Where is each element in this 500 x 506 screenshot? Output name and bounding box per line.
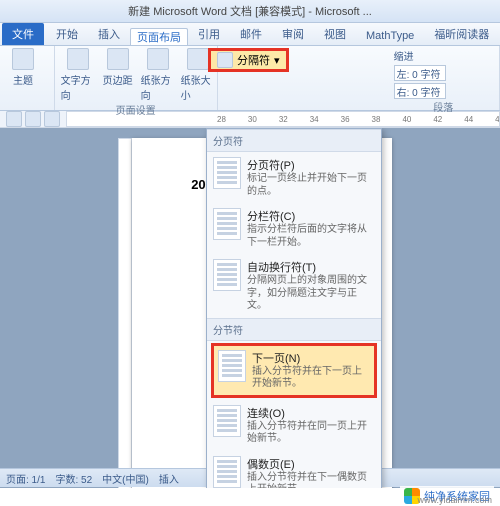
indent-label: 缩进 (394, 48, 493, 63)
size-icon (187, 48, 209, 70)
group-page-setup-label: 页面设置 (61, 102, 211, 117)
tab-page-layout[interactable]: 页面布局 (130, 28, 188, 45)
document-area[interactable]: 20 项目 *** 大学研究生院制 分页符 分页符(P)标记一页终止并开始下一页… (0, 128, 500, 488)
tab-mathtype[interactable]: MathType (356, 27, 424, 45)
even-page-icon (213, 456, 241, 488)
wrap-break-icon (213, 259, 241, 291)
menu-page-break[interactable]: 分页符(P)标记一页终止并开始下一页的点。 (207, 152, 381, 203)
menu-continuous-section-break[interactable]: 连续(O)插入分节符并在同一页上开始新节。 (207, 400, 381, 451)
menu-even-page-section-break[interactable]: 偶数页(E)插入分节符并在下一偶数页上开始新节。 (207, 451, 381, 489)
page-break-icon (213, 157, 241, 189)
breaks-icon (217, 52, 233, 68)
margins-icon (107, 48, 129, 70)
column-break-icon (213, 208, 241, 240)
ribbon-tabs: 文件 开始 插入 页面布局 引用 邮件 审阅 视图 MathType 福昕阅读器 (0, 23, 500, 46)
tab-references[interactable]: 引用 (188, 23, 230, 45)
status-language[interactable]: 中文(中国) (102, 471, 149, 486)
text-direction-button[interactable]: 文字方向 (61, 48, 95, 102)
margins-button[interactable]: 页边距 (101, 48, 135, 87)
indent-left-input[interactable]: 左: 0 字符 (394, 65, 446, 81)
vertical-ruler[interactable] (118, 138, 132, 488)
qat-save-button[interactable] (6, 111, 22, 127)
tab-foxit[interactable]: 福昕阅读器 (424, 23, 499, 45)
dropdown-section-section-breaks: 分节符 (207, 318, 381, 341)
tab-home[interactable]: 开始 (46, 23, 88, 45)
tab-file[interactable]: 文件 (2, 23, 44, 45)
tab-mailings[interactable]: 邮件 (230, 23, 272, 45)
qat-redo-button[interactable] (44, 111, 60, 127)
menu-next-page-section-break[interactable]: 下一页(N)插入分节符并在下一页上开始新节。 (211, 343, 377, 398)
tab-view[interactable]: 视图 (314, 23, 356, 45)
indent-right-input[interactable]: 右: 0 字符 (394, 83, 446, 99)
orientation-button[interactable]: 纸张方向 (141, 48, 175, 102)
group-paragraph-label: 段落 (394, 99, 493, 114)
ribbon: 主题 文字方向 页边距 纸张方向 纸张大小 页面设置 分隔符▾ 缩进 左: 0 … (0, 46, 500, 111)
dropdown-section-page-breaks: 分页符 (207, 129, 381, 152)
status-page[interactable]: 页面: 1/1 (6, 471, 45, 486)
menu-text-wrapping-break[interactable]: 自动换行符(T)分隔网页上的对象周围的文字，如分隔题注文字与正文。 (207, 254, 381, 318)
tab-insert[interactable]: 插入 (88, 23, 130, 45)
status-words[interactable]: 字数: 52 (55, 471, 92, 486)
chevron-down-icon: ▾ (274, 54, 280, 67)
themes-button[interactable]: 主题 (6, 48, 40, 87)
tab-review[interactable]: 审阅 (272, 23, 314, 45)
title-bar: 新建 Microsoft Word 文档 [兼容模式] - Microsoft … (0, 0, 500, 23)
watermark-url: www.yidaimm.com (417, 495, 492, 505)
continuous-icon (213, 405, 241, 437)
themes-icon (12, 48, 34, 70)
text-direction-icon (67, 48, 89, 70)
breaks-dropdown-menu: 分页符 分页符(P)标记一页终止并开始下一页的点。 分栏符(C)指示分栏符后面的… (206, 128, 382, 488)
orientation-icon (147, 48, 169, 70)
breaks-dropdown-button[interactable]: 分隔符▾ (208, 48, 289, 72)
qat-undo-button[interactable] (25, 111, 41, 127)
status-insert-mode[interactable]: 插入 (159, 471, 179, 486)
menu-column-break[interactable]: 分栏符(C)指示分栏符后面的文字将从下一栏开始。 (207, 203, 381, 254)
next-page-icon (218, 350, 246, 382)
